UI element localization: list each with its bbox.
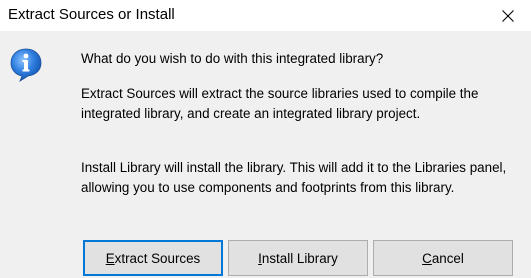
extract-label: xtract Sources bbox=[114, 250, 201, 266]
install-description: Install Library will install the library… bbox=[81, 160, 507, 195]
extract-sources-button[interactable]: Extract Sources bbox=[83, 240, 223, 276]
cancel-mnemonic: C bbox=[422, 250, 432, 266]
info-icon bbox=[10, 48, 42, 82]
window-title: Extract Sources or Install bbox=[8, 6, 175, 23]
cancel-label: ancel bbox=[431, 250, 464, 266]
close-icon bbox=[502, 9, 514, 22]
install-library-button[interactable]: Install Library bbox=[228, 240, 368, 276]
install-label: nstall Library bbox=[261, 250, 338, 266]
question-text: What do you wish to do with this integra… bbox=[81, 51, 384, 66]
extract-description: Extract Sources will extract the source … bbox=[81, 86, 479, 121]
extract-mnemonic: E bbox=[105, 250, 115, 266]
title-bar: Extract Sources or Install bbox=[0, 0, 531, 31]
close-button[interactable] bbox=[485, 0, 531, 31]
extract-or-install-dialog: Extract Sources or Install What do you w… bbox=[0, 0, 531, 278]
cancel-button[interactable]: Cancel bbox=[373, 240, 513, 276]
